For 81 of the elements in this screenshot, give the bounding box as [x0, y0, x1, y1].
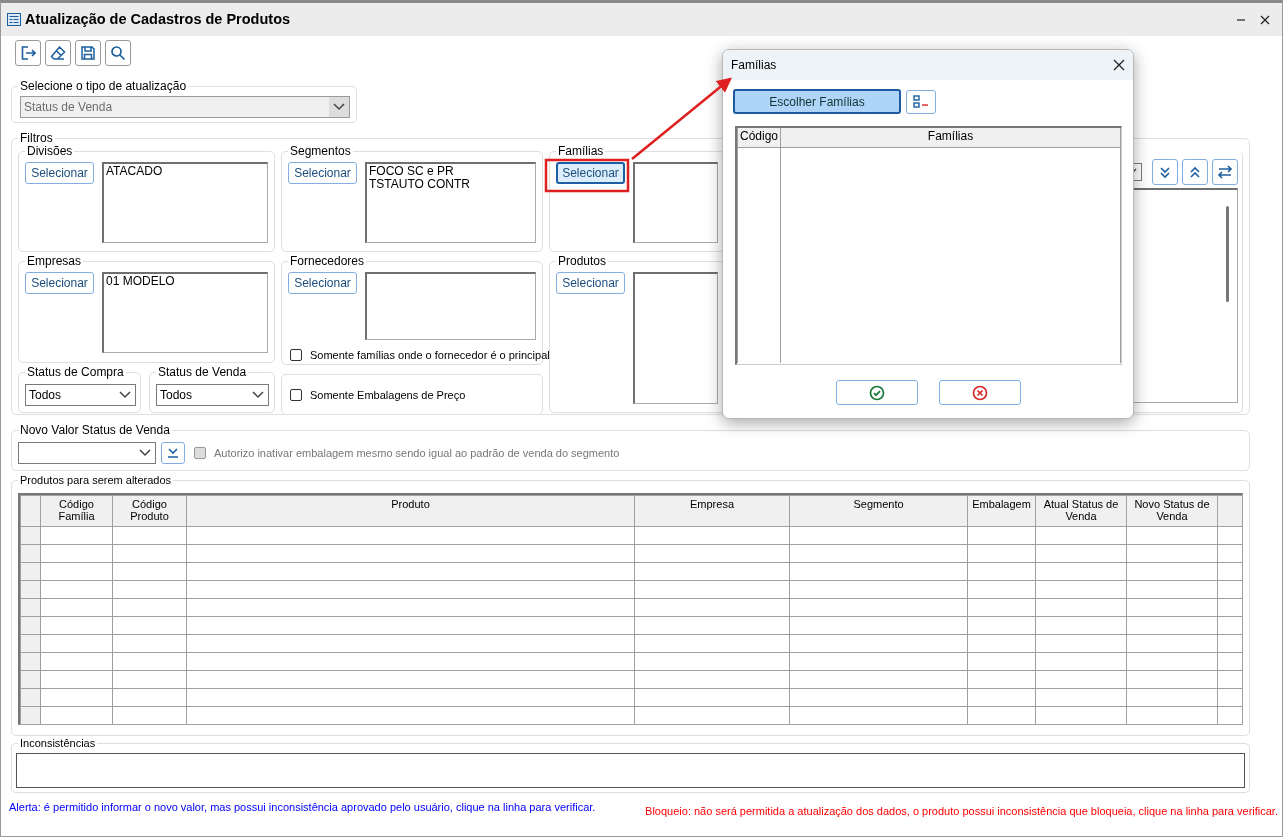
- text-area[interactable]: [16, 753, 1245, 788]
- dropdown[interactable]: Todos: [25, 384, 136, 406]
- group-label: Status de Venda: [156, 365, 249, 379]
- checkbox-label: Somente Embalagens de Preço: [310, 388, 466, 403]
- close-icon[interactable]: [1260, 14, 1270, 25]
- group-label: Produtos para serem alterados: [18, 473, 174, 487]
- column-header[interactable]: Segmento: [789, 495, 968, 527]
- list-field[interactable]: [365, 272, 536, 340]
- dropdown[interactable]: [18, 442, 156, 464]
- double-chevron-up-button[interactable]: [1182, 159, 1208, 185]
- list-field[interactable]: 01 MODELO: [102, 272, 268, 353]
- list-field[interactable]: ATACADO: [102, 162, 268, 243]
- confirm-button[interactable]: [835, 380, 918, 405]
- column-header[interactable]: Código Produto: [112, 495, 187, 527]
- group-label: Inconsistências: [18, 736, 98, 750]
- select-button[interactable]: Selecionar: [288, 162, 357, 184]
- column-header: [1217, 495, 1242, 527]
- double-chevron-down-button[interactable]: [1152, 159, 1178, 185]
- column-header: [20, 495, 41, 527]
- column-header[interactable]: Atual Status de Venda: [1035, 495, 1127, 527]
- double-chevron-up-icon: [1188, 165, 1202, 179]
- column-header[interactable]: Novo Status de Venda: [1126, 495, 1218, 527]
- search-icon: [110, 45, 126, 61]
- eraser-icon: [50, 45, 66, 61]
- list-item: 01 MODELO: [106, 275, 176, 288]
- checkbox[interactable]: [290, 389, 302, 402]
- legend-text: Bloqueio: não será permitida a atualização dos dados, o produto possui inconsistência que bloqueia, clique na linha para verificar.: [645, 804, 1278, 819]
- group-label: Segmentos: [288, 144, 353, 158]
- group-label: Produtos: [556, 254, 609, 268]
- list-item: ATACADO: [106, 165, 164, 178]
- scrollbar[interactable]: [1226, 206, 1229, 302]
- search-button[interactable]: [105, 40, 131, 66]
- list-remove-button[interactable]: [906, 89, 936, 114]
- exit-button[interactable]: [15, 40, 41, 66]
- group-label: Famílias: [556, 144, 606, 158]
- column-header[interactable]: Empresa: [634, 495, 790, 527]
- column-header[interactable]: Embalagem: [967, 495, 1036, 527]
- dialog-title: Famílias: [731, 57, 777, 74]
- close-icon[interactable]: [1113, 59, 1125, 71]
- column-header[interactable]: Código: [737, 128, 781, 147]
- list-field[interactable]: [633, 162, 718, 243]
- checkbox[interactable]: [290, 349, 302, 362]
- group-label: Filtros: [18, 131, 55, 145]
- select-button[interactable]: Selecionar: [25, 162, 94, 184]
- checkbox-label: Autorizo inativar embalagem mesmo sendo igual ao padrão de venda do segmento: [214, 445, 620, 461]
- select-button[interactable]: Selecionar: [556, 162, 625, 184]
- group-label: Status de Compra: [25, 365, 126, 379]
- list-item: TSTAUTO CONTR: [369, 178, 471, 191]
- select-button[interactable]: Selecionar: [288, 272, 357, 294]
- choose-button[interactable]: Escolher Famílias: [733, 89, 901, 114]
- exit-icon: [20, 45, 36, 61]
- list-field[interactable]: FOCO SC e PR TSTAUTO CONTR: [365, 162, 536, 243]
- save-icon: [80, 45, 96, 61]
- list-item: FOCO SC e PR: [369, 165, 455, 178]
- check-icon: [868, 384, 885, 401]
- group-label: Divisões: [25, 144, 75, 158]
- cancel-icon: [971, 384, 988, 401]
- swap-icon: [1217, 164, 1233, 180]
- double-chevron-down-icon: [1158, 165, 1172, 179]
- column-header[interactable]: Código Família: [40, 495, 113, 527]
- window-icon: [7, 13, 21, 26]
- window-title: Atualização de Cadastros de Produtos: [25, 9, 291, 29]
- legend-text: Alerta: é permitido informar o novo valor, mas possui inconsistência aprovado pelo usuário, clique na linha para verificar.: [9, 800, 596, 815]
- apply-button[interactable]: [161, 442, 185, 464]
- select-button[interactable]: Selecionar: [556, 272, 625, 294]
- dropdown[interactable]: Todos: [156, 384, 269, 406]
- group-label: Selecione o tipo de atualização: [18, 79, 189, 93]
- column-header[interactable]: Famílias: [780, 128, 1121, 147]
- eraser-button[interactable]: [45, 40, 71, 66]
- list-field[interactable]: [633, 272, 718, 404]
- chevron-down-line-icon: [166, 447, 180, 459]
- list-remove-icon: [913, 94, 929, 109]
- group-label: Novo Valor Status de Venda: [18, 423, 172, 437]
- save-button[interactable]: [75, 40, 101, 66]
- group-label: Empresas: [25, 254, 84, 268]
- column-header[interactable]: Produto: [186, 495, 635, 527]
- select-button[interactable]: Selecionar: [25, 272, 94, 294]
- checkbox-label: Somente famílias onde o fornecedor é o principal: [310, 348, 550, 363]
- group-label: Fornecedores: [288, 254, 367, 268]
- swap-button[interactable]: [1212, 159, 1238, 185]
- cancel-button[interactable]: [938, 380, 1021, 405]
